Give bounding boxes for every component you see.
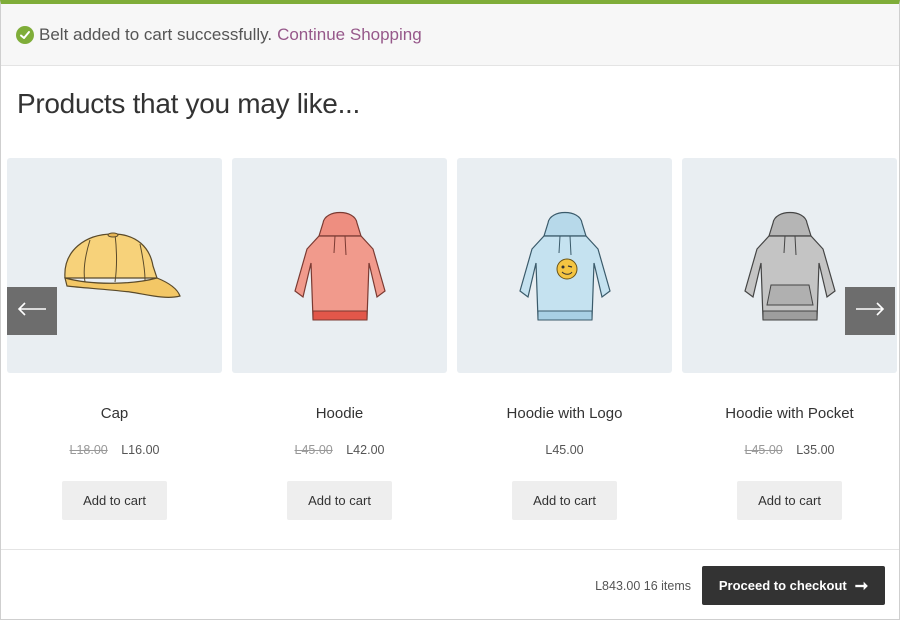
proceed-to-checkout-button[interactable]: Proceed to checkout ➞: [702, 566, 885, 605]
section-heading: Products that you may like...: [17, 88, 361, 119]
product-price: L18.00 L16.00: [7, 443, 222, 461]
product-name[interactable]: Hoodie with Pocket: [682, 405, 897, 425]
product-image-hoodie-with-logo[interactable]: [457, 158, 672, 373]
add-to-cart-button[interactable]: Add to cart: [512, 481, 617, 520]
add-to-cart-button[interactable]: Add to cart: [737, 481, 842, 520]
product-price: L45.00 L42.00: [232, 443, 447, 461]
product-name[interactable]: Hoodie: [232, 405, 447, 425]
product-name[interactable]: Cap: [7, 405, 222, 425]
check-circle-icon: [16, 25, 34, 44]
add-to-cart-button[interactable]: Add to cart: [287, 481, 392, 520]
carousel-next-button[interactable]: [845, 287, 895, 335]
product-card: Hoodie with Logo L45.00 Add to cart: [457, 158, 672, 520]
product-price: L45.00: [457, 443, 672, 461]
product-name[interactable]: Hoodie with Logo: [457, 405, 672, 425]
cart-footer: L843.00 16 items Proceed to checkout ➞: [1, 549, 899, 619]
success-notice: Belt added to cart successfully. Continu…: [1, 4, 899, 66]
product-image-hoodie[interactable]: [232, 158, 447, 373]
sale-price: L35.00: [796, 443, 835, 457]
sale-price: L45.00: [545, 443, 584, 457]
cart-total: L843.00 16 items: [595, 579, 691, 593]
original-price: L45.00: [294, 443, 333, 457]
arrow-right-icon: ➞: [854, 577, 869, 595]
original-price: L45.00: [744, 443, 783, 457]
product-card: Hoodie with Pocket L45.00 L35.00 Add to …: [682, 158, 897, 520]
original-price: L18.00: [69, 443, 108, 457]
sale-price: L16.00: [121, 443, 160, 457]
carousel-prev-button[interactable]: [7, 287, 57, 335]
product-card: Cap L18.00 L16.00 Add to cart: [7, 158, 222, 520]
product-price: L45.00 L35.00: [682, 443, 897, 461]
product-image-cap[interactable]: [7, 158, 222, 373]
arrow-left-icon: [17, 301, 47, 321]
sale-price: L42.00: [346, 443, 385, 457]
product-carousel: Cap L18.00 L16.00 Add to cart Hoodie L45…: [7, 158, 897, 538]
product-card: Hoodie L45.00 L42.00 Add to cart: [232, 158, 447, 520]
continue-shopping-link[interactable]: Continue Shopping: [277, 25, 422, 45]
product-image-hoodie-with-pocket[interactable]: [682, 158, 897, 373]
checkout-label: Proceed to checkout: [718, 578, 847, 593]
add-to-cart-button[interactable]: Add to cart: [62, 481, 167, 520]
added-to-cart-popup: Belt added to cart successfully. Continu…: [0, 0, 900, 620]
arrow-right-icon: [855, 301, 885, 321]
notice-message: Belt added to cart successfully.: [39, 24, 273, 44]
